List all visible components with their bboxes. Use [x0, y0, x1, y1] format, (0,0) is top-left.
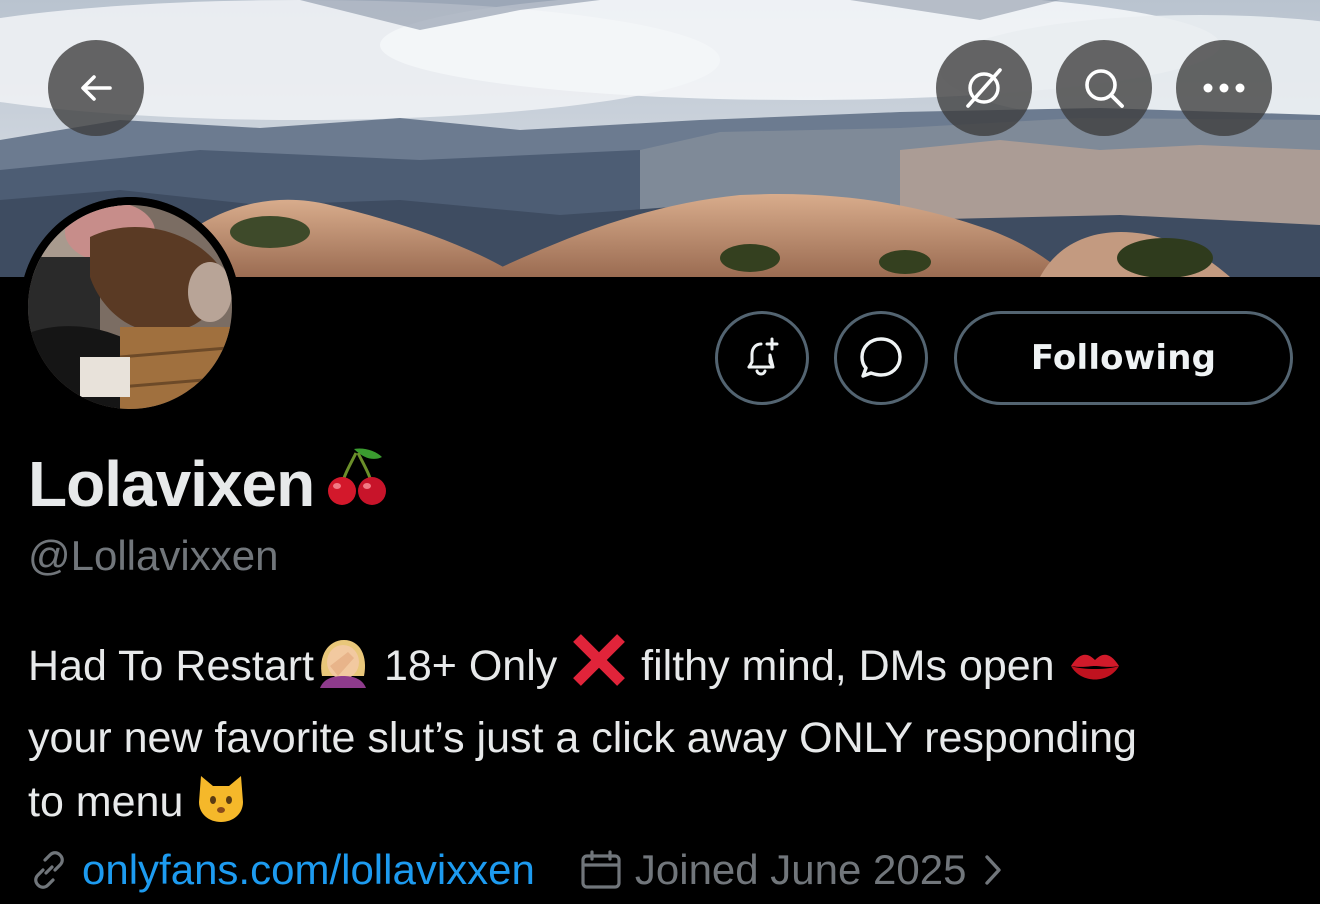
bio-text-1: Had To Restart [28, 642, 315, 690]
bio-text-3: filthy mind, DMs open [629, 642, 1067, 690]
kiss-mark-icon [1067, 642, 1123, 706]
cat-face-icon [195, 772, 247, 842]
facepalm-icon [314, 636, 372, 706]
avatar[interactable] [20, 197, 240, 417]
chevron-right-icon [984, 855, 1001, 885]
cross-mark-icon [569, 632, 629, 706]
calendar-icon [581, 850, 621, 889]
bio-text-4: your new favorite slut’s just a click aw… [28, 714, 1137, 762]
following-label: Following [1030, 338, 1217, 378]
joined-item[interactable]: Joined June 2025 [579, 846, 1003, 894]
following-button[interactable]: Following [954, 311, 1293, 405]
more-horizontal-icon [1203, 83, 1245, 93]
message-bubble-icon [860, 337, 902, 378]
grok-button[interactable] [936, 40, 1032, 136]
grok-icon [966, 68, 1002, 108]
search-button[interactable] [1056, 40, 1152, 136]
bell-plus-icon [747, 337, 779, 376]
link-icon [34, 851, 64, 889]
bio-text-2: 18+ Only [372, 642, 570, 690]
website-item[interactable]: onlyfans.com/lollavixxen [28, 846, 535, 894]
search-icon [1085, 69, 1124, 108]
profile-meta: onlyfans.com/lollavixxen Joined June 202… [28, 840, 1003, 900]
bio-text-5: to menu [28, 778, 196, 826]
website-link[interactable]: onlyfans.com/lollavixxen [82, 846, 535, 894]
message-button[interactable] [834, 311, 928, 405]
back-button[interactable] [48, 40, 144, 136]
more-button[interactable] [1176, 40, 1272, 136]
avatar-image [20, 197, 240, 417]
arrow-left-icon [81, 75, 112, 101]
handle: @Lollavixxen [28, 532, 279, 579]
joined-date: Joined June 2025 [634, 846, 967, 893]
bio: Had To Restart 18+ Only filthy mind, DMs… [28, 632, 1298, 842]
display-name-text: Lolavixen [28, 447, 315, 520]
display-name: Lolavixen [28, 443, 390, 524]
cherries-icon [324, 443, 390, 524]
notifications-button[interactable] [715, 311, 809, 405]
